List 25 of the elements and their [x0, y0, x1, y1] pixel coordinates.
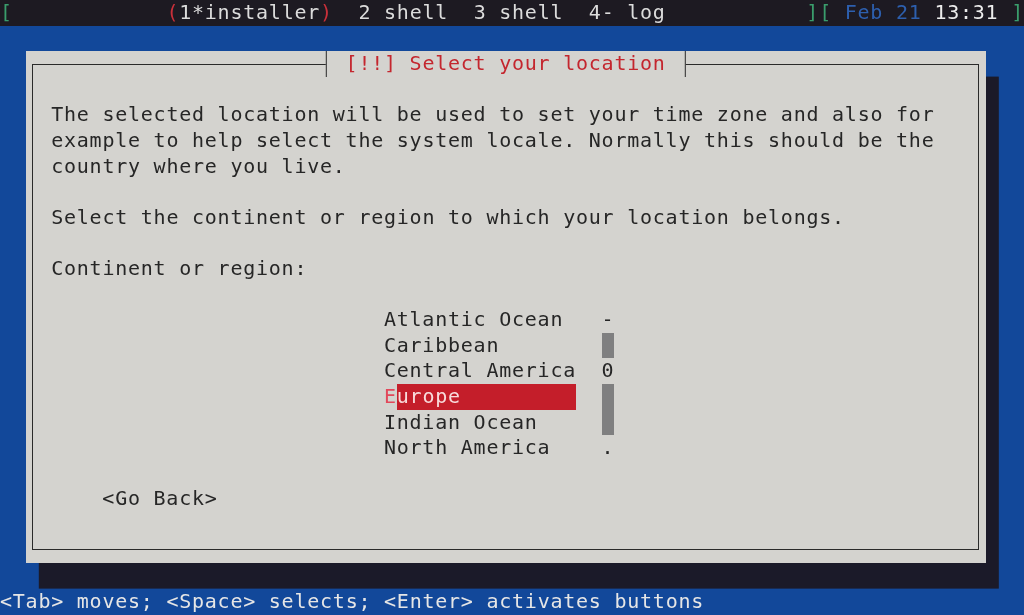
status-separator: ][ — [806, 0, 832, 26]
scrollbar-track — [601, 383, 615, 436]
description-text: Select the continent or region to which your location belongs. — [51, 204, 846, 231]
region-option[interactable]: Indian Ocean — [383, 409, 576, 436]
window-tab[interactable]: 3 shell — [473, 0, 564, 26]
window-tab[interactable]: 2 shell — [358, 0, 449, 26]
help-line: <Tab> moves; <Space> selects; <Enter> activates buttons — [0, 588, 706, 615]
region-option[interactable]: Atlantic Ocean — [383, 307, 576, 333]
window-tab[interactable]: 4- log — [588, 0, 666, 26]
dialog-title: [!!] Select your location — [325, 51, 686, 77]
window-tab[interactable]: (1*installer) — [166, 0, 333, 26]
scrollbar-track — [601, 332, 615, 359]
go-back-button[interactable]: <Go Back> — [102, 486, 218, 512]
region-option[interactable]: Central America — [383, 358, 576, 384]
region-option[interactable]: Caribbean — [383, 332, 576, 359]
scrollbar-top-mark: - — [601, 307, 615, 333]
status-bracket: [ — [0, 0, 13, 26]
status-date: Feb 21 — [844, 0, 922, 26]
description-text: The selected location will be used to set your time zone and also for example to help select the system locale. Normally this should be the country where you live. — [51, 102, 936, 180]
status-clock: 13:31 — [934, 0, 999, 26]
region-option[interactable]: North America — [383, 435, 576, 461]
list-label: Continent or region: — [51, 255, 309, 282]
status-bracket: ] — [1011, 0, 1024, 26]
scrollbar-bottom-mark: . — [601, 435, 615, 461]
scrollbar-thumb[interactable]: 0 — [601, 358, 615, 384]
